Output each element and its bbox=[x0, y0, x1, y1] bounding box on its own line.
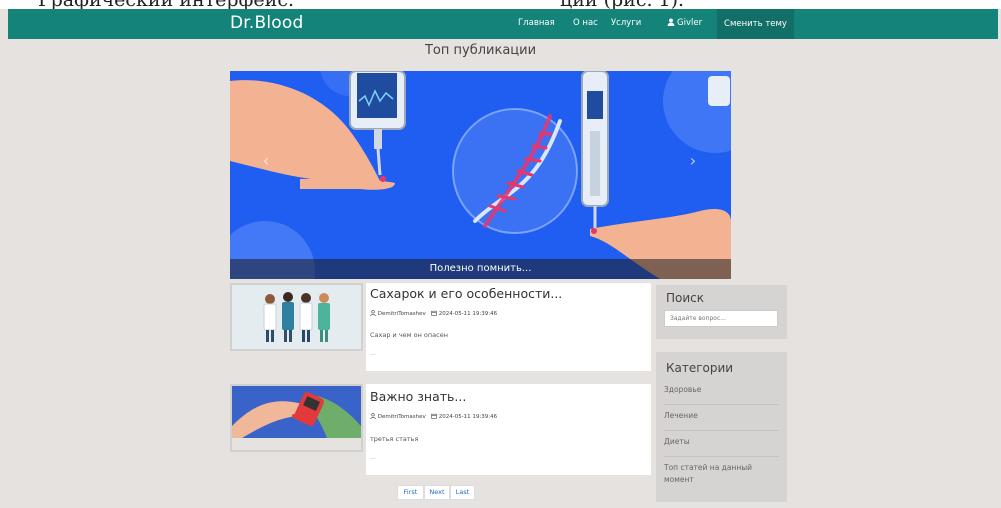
nav-link-home[interactable]: Главная bbox=[518, 18, 555, 28]
author-icon bbox=[370, 310, 376, 316]
glucometer-illustration bbox=[232, 386, 361, 438]
category-top-articles[interactable]: Топ статей на данный момент bbox=[664, 462, 779, 486]
author-icon bbox=[370, 413, 376, 419]
category-health[interactable]: Здоровье bbox=[664, 384, 779, 396]
post-author: DemitriTomashev bbox=[377, 414, 426, 420]
user-icon bbox=[667, 18, 675, 26]
search-panel: Поиск bbox=[656, 285, 787, 339]
carousel-caption[interactable]: Полезно помнить... bbox=[230, 259, 731, 279]
post-title[interactable]: Важно знать... bbox=[370, 389, 466, 404]
page-title: Топ публикации bbox=[424, 43, 537, 58]
category-divider bbox=[664, 430, 779, 431]
post-meta: DemitriTomashev 2024-05-11 19:39:46 bbox=[370, 413, 497, 420]
category-diets[interactable]: Диеты bbox=[664, 436, 779, 448]
post-date: 2024-05-11 19:39:46 bbox=[438, 311, 498, 317]
post-meta: DemitriTomashev 2024-05-11 19:39:46 bbox=[370, 310, 497, 317]
search-input[interactable] bbox=[664, 310, 778, 327]
search-title: Поиск bbox=[666, 291, 705, 305]
post-description: третья статья bbox=[370, 435, 419, 443]
document-text-left: Графический интерфейс. bbox=[38, 0, 294, 9]
calendar-icon bbox=[431, 413, 437, 419]
nav-link-services[interactable]: Услуги bbox=[611, 18, 641, 28]
nav-link-about[interactable]: О нас bbox=[573, 18, 598, 28]
category-divider bbox=[664, 456, 779, 457]
calendar-icon bbox=[431, 310, 437, 316]
post-description: Сахар и чем он опасен bbox=[370, 331, 448, 339]
post-card: Важно знать... DemitriTomashev 2024-05-1… bbox=[366, 384, 651, 475]
document-text-right: ций (рис. 1). bbox=[560, 0, 684, 9]
pagination-last[interactable]: Last bbox=[450, 485, 475, 500]
categories-title: Категории bbox=[666, 361, 734, 375]
post-author: DemitriTomashev bbox=[377, 311, 426, 317]
post-thumbnail[interactable] bbox=[230, 384, 363, 452]
categories-panel: Категории Здоровье Лечение Диеты Топ ста… bbox=[656, 352, 787, 502]
carousel-prev-button[interactable]: ‹ bbox=[258, 149, 274, 173]
pagination-next[interactable]: Next bbox=[424, 485, 450, 500]
post-title[interactable]: Сахарок и его особенности... bbox=[370, 286, 562, 301]
post-date: 2024-05-11 19:39:46 bbox=[438, 414, 498, 420]
post-more: ... bbox=[370, 454, 376, 461]
post-thumbnail[interactable] bbox=[230, 283, 363, 351]
user-name: Givler bbox=[677, 18, 703, 28]
post-more: ... bbox=[370, 350, 376, 357]
change-theme-button[interactable]: Сменить тему bbox=[717, 9, 794, 39]
category-divider bbox=[664, 404, 779, 405]
brand-logo[interactable]: Dr.Blood bbox=[230, 13, 304, 33]
carousel-slide-image bbox=[230, 71, 731, 279]
carousel-next-button[interactable]: › bbox=[685, 149, 701, 173]
pagination-first[interactable]: First bbox=[397, 485, 424, 500]
category-treatment[interactable]: Лечение bbox=[664, 410, 779, 422]
doctors-illustration bbox=[232, 285, 361, 349]
navbar: Dr.Blood Главная О нас Услуги Givler Сме… bbox=[8, 9, 998, 39]
nav-link-user[interactable]: Givler bbox=[667, 18, 702, 28]
top-posts-carousel[interactable]: ‹ › Полезно помнить... bbox=[230, 71, 731, 279]
post-card: Сахарок и его особенности... DemitriToma… bbox=[366, 283, 651, 371]
document-text-strip: Графический интерфейс. ций (рис. 1). bbox=[0, 0, 1001, 9]
